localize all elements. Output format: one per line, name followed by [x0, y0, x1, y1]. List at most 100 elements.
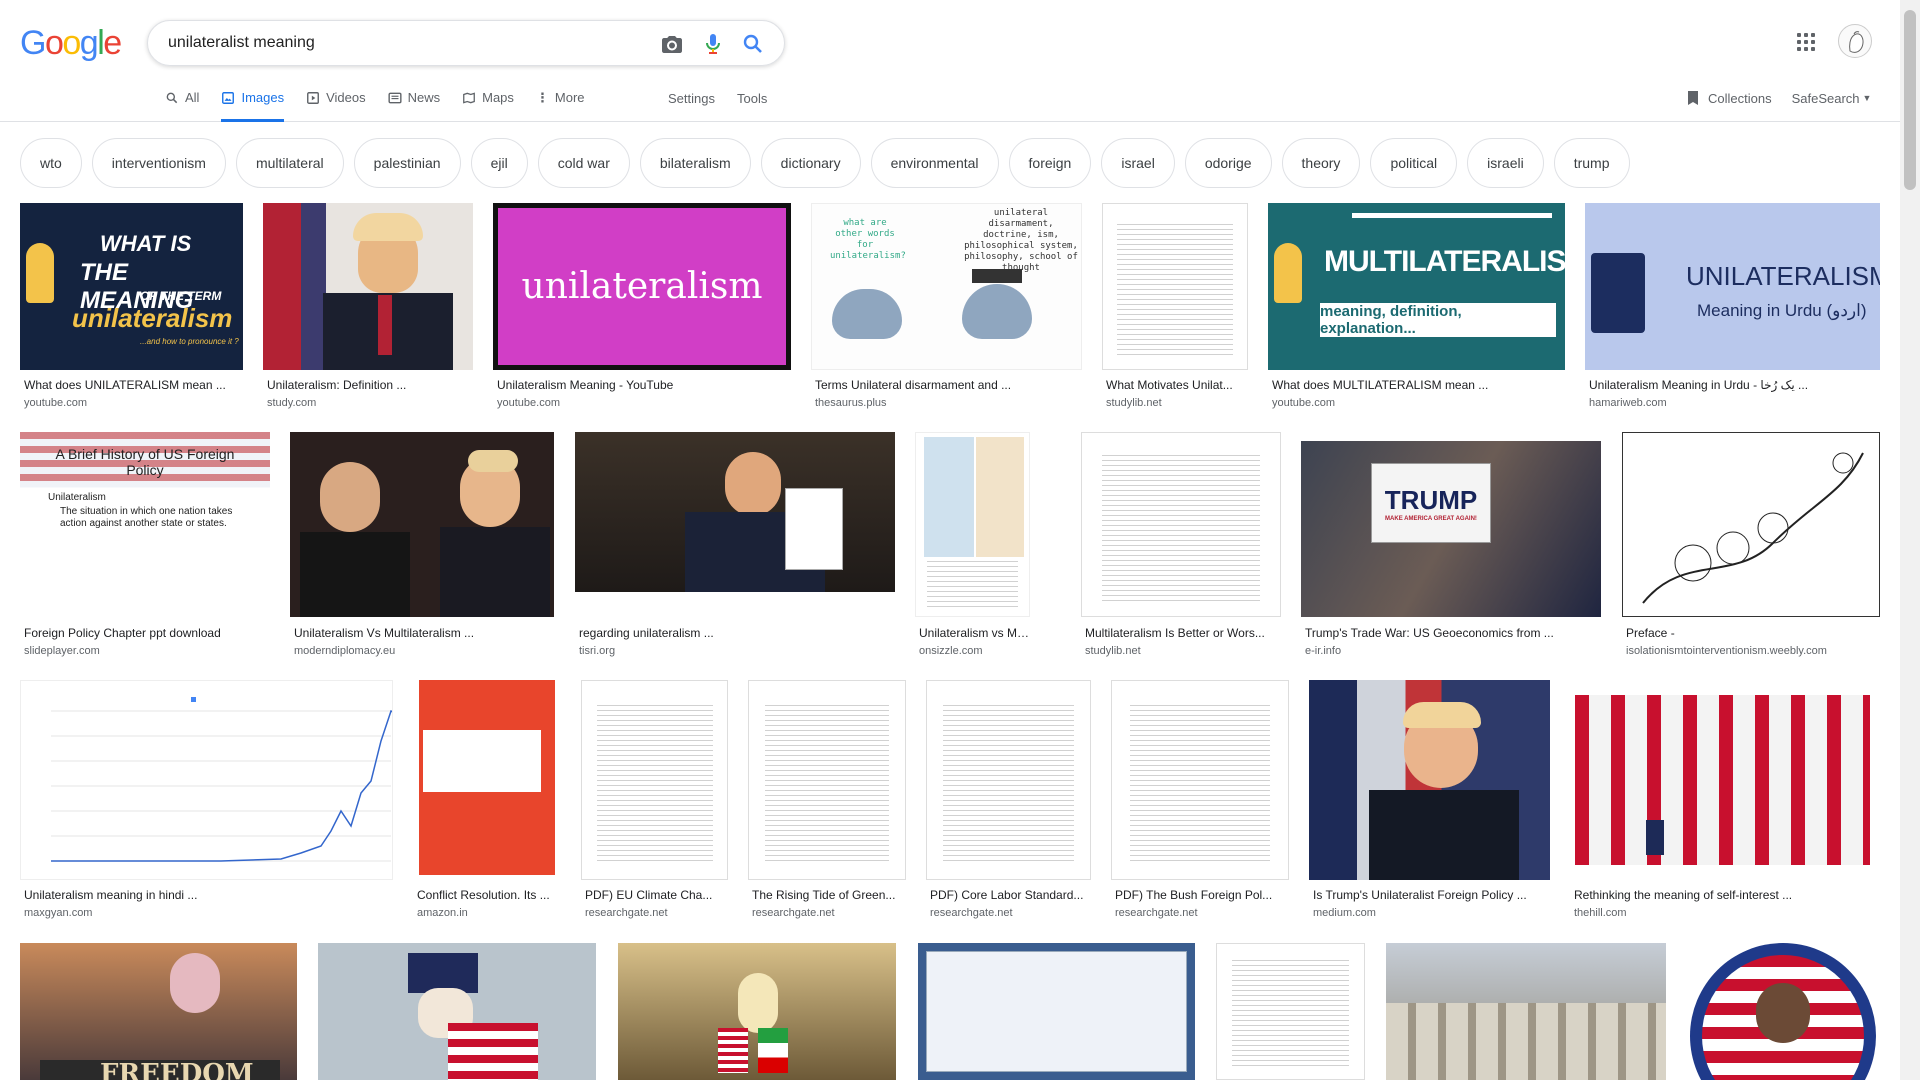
thumbnail[interactable]: UNILATERALISM Meaning in Urdu (اردو) — [1585, 203, 1880, 370]
image-result[interactable]: Rethinking the meaning of self-interest … — [1570, 680, 1880, 920]
chip[interactable]: interventionism — [91, 138, 226, 188]
image-result[interactable]: Unilateralism Vs Multilateralism ... mod… — [290, 432, 554, 658]
thumbnail[interactable]: FREEDOM — [20, 943, 297, 1080]
result-caption[interactable]: Foreign Policy Chapter ppt download — [24, 626, 270, 640]
result-source[interactable]: slideplayer.com — [24, 645, 270, 657]
thumbnail[interactable] — [748, 680, 906, 880]
thumbnail[interactable] — [263, 203, 473, 370]
tab-more[interactable]: ⋮ More — [536, 90, 585, 122]
image-result[interactable] — [618, 943, 896, 1080]
image-result[interactable]: The Rising Tide of Green... researchgate… — [748, 680, 906, 920]
result-source[interactable]: onsizzle.com — [919, 645, 1030, 657]
camera-icon[interactable] — [660, 32, 684, 56]
result-source[interactable]: researchgate.net — [1115, 907, 1289, 919]
image-result[interactable]: PDF) EU Climate Cha... researchgate.net — [581, 680, 728, 920]
chip[interactable]: environmental — [870, 138, 999, 188]
tab-all[interactable]: All — [165, 90, 199, 122]
thumbnail[interactable] — [1216, 943, 1365, 1080]
search-box[interactable]: unilateralist meaning — [147, 20, 785, 66]
google-logo[interactable]: Google — [20, 24, 122, 63]
tools-link[interactable]: Tools — [737, 91, 767, 106]
thumbnail[interactable] — [926, 680, 1091, 880]
scrollbar[interactable] — [1900, 0, 1920, 1080]
result-source[interactable]: youtube.com — [24, 397, 243, 409]
image-result[interactable] — [1386, 943, 1666, 1080]
result-caption[interactable]: PDF) Core Labor Standard... — [930, 888, 1091, 902]
apps-grid-icon[interactable] — [1797, 33, 1815, 51]
result-caption[interactable]: The Rising Tide of Green... — [752, 888, 906, 902]
chip[interactable]: dictionary — [760, 138, 861, 188]
search-input[interactable]: unilateralist meaning — [168, 34, 315, 52]
result-caption[interactable]: What Motivates Unilat... — [1106, 378, 1248, 392]
result-caption[interactable]: Unilateralism meaning in hindi ... — [24, 888, 393, 902]
result-caption[interactable]: PDF) The Bush Foreign Pol... — [1115, 888, 1289, 902]
result-source[interactable]: e-ir.info — [1305, 645, 1601, 657]
thumbnail[interactable] — [318, 943, 596, 1080]
chip[interactable]: bilateralism — [639, 138, 751, 188]
tab-maps[interactable]: Maps — [462, 90, 514, 122]
image-result[interactable]: PDF) The Bush Foreign Pol... researchgat… — [1111, 680, 1289, 920]
image-result[interactable] — [318, 943, 596, 1080]
chip[interactable]: foreign — [1008, 138, 1092, 188]
thumbnail[interactable] — [1309, 680, 1550, 880]
tab-images[interactable]: Images — [221, 90, 284, 122]
thumbnail[interactable] — [1111, 680, 1289, 880]
result-caption[interactable]: regarding unilateralism ... — [579, 626, 895, 640]
chip[interactable]: israel — [1101, 138, 1175, 188]
result-caption[interactable]: Multilateralism Is Better or Wors... — [1085, 626, 1281, 640]
result-source[interactable]: researchgate.net — [930, 907, 1091, 919]
image-result[interactable]: FREEDOM — [20, 943, 297, 1080]
scrollbar-thumb[interactable] — [1904, 10, 1916, 190]
thumbnail[interactable] — [1570, 680, 1880, 880]
chip[interactable]: cold war — [537, 138, 630, 188]
image-result[interactable]: UNILATERALISM Meaning in Urdu (اردو) Uni… — [1585, 203, 1880, 413]
chip[interactable]: political — [1370, 138, 1458, 188]
thumbnail[interactable] — [618, 943, 896, 1080]
tab-news[interactable]: News — [388, 90, 440, 122]
image-result[interactable] — [918, 943, 1195, 1080]
result-source[interactable]: hamariweb.com — [1589, 397, 1880, 409]
image-result[interactable]: Unilateralism vs Multil... onsizzle.com — [915, 432, 1030, 658]
chip[interactable]: wto — [20, 138, 82, 188]
thumbnail[interactable] — [413, 680, 561, 880]
result-source[interactable]: maxgyan.com — [24, 907, 393, 919]
image-result[interactable]: TRUMP MAKE AMERICA GREAT AGAIN! Trump's … — [1301, 432, 1601, 658]
chip[interactable]: trump — [1553, 138, 1630, 188]
result-source[interactable]: youtube.com — [1272, 397, 1565, 409]
image-result[interactable]: PDF) Core Labor Standard... researchgate… — [926, 680, 1091, 920]
tab-videos[interactable]: Videos — [306, 90, 366, 122]
result-source[interactable]: studylib.net — [1106, 397, 1248, 409]
image-result[interactable]: Multilateralism Is Better or Wors... stu… — [1081, 432, 1281, 658]
result-source[interactable]: thesaurus.plus — [815, 397, 1082, 409]
thumbnail[interactable] — [1622, 432, 1880, 617]
result-caption[interactable]: Unilateralism Meaning in Urdu - یک رُخا … — [1589, 378, 1880, 392]
result-caption[interactable]: PDF) EU Climate Cha... — [585, 888, 728, 902]
image-result[interactable]: what are other words for unilateralism? … — [811, 203, 1082, 413]
result-caption[interactable]: Unilateralism Meaning - YouTube — [497, 378, 791, 392]
image-result[interactable]: A Brief History of US Foreign Policy Uni… — [20, 432, 270, 658]
chip[interactable]: odorige — [1184, 138, 1272, 188]
result-caption[interactable]: Unilateralism vs Multil... — [919, 626, 1030, 640]
thumbnail[interactable] — [290, 432, 554, 617]
result-caption[interactable]: Unilateralism: Definition ... — [267, 378, 473, 392]
result-source[interactable]: studylib.net — [1085, 645, 1281, 657]
result-caption[interactable]: Trump's Trade War: US Geoeconomics from … — [1305, 626, 1601, 640]
image-result[interactable] — [1216, 943, 1365, 1080]
image-result[interactable]: Unilateralism: Definition ... study.com — [263, 203, 473, 413]
microphone-icon[interactable] — [701, 32, 725, 56]
result-source[interactable]: moderndiplomacy.eu — [294, 645, 554, 657]
thumbnail[interactable]: unilateralism — [493, 203, 791, 370]
thumbnail[interactable] — [918, 943, 1195, 1080]
chip[interactable]: palestinian — [353, 138, 461, 188]
chip[interactable]: multilateral — [235, 138, 344, 188]
thumbnail[interactable]: MULTILATERALISM meaning, definition, exp… — [1268, 203, 1565, 370]
avatar[interactable] — [1838, 24, 1872, 58]
result-source[interactable]: researchgate.net — [585, 907, 728, 919]
result-caption[interactable]: Conflict Resolution. Its ... — [417, 888, 561, 902]
chip[interactable]: ejil — [470, 138, 528, 188]
chip[interactable]: israeli — [1467, 138, 1544, 188]
thumbnail[interactable] — [1386, 943, 1666, 1080]
result-source[interactable]: researchgate.net — [752, 907, 906, 919]
result-source[interactable]: thehill.com — [1574, 907, 1880, 919]
thumbnail[interactable] — [1102, 203, 1248, 370]
